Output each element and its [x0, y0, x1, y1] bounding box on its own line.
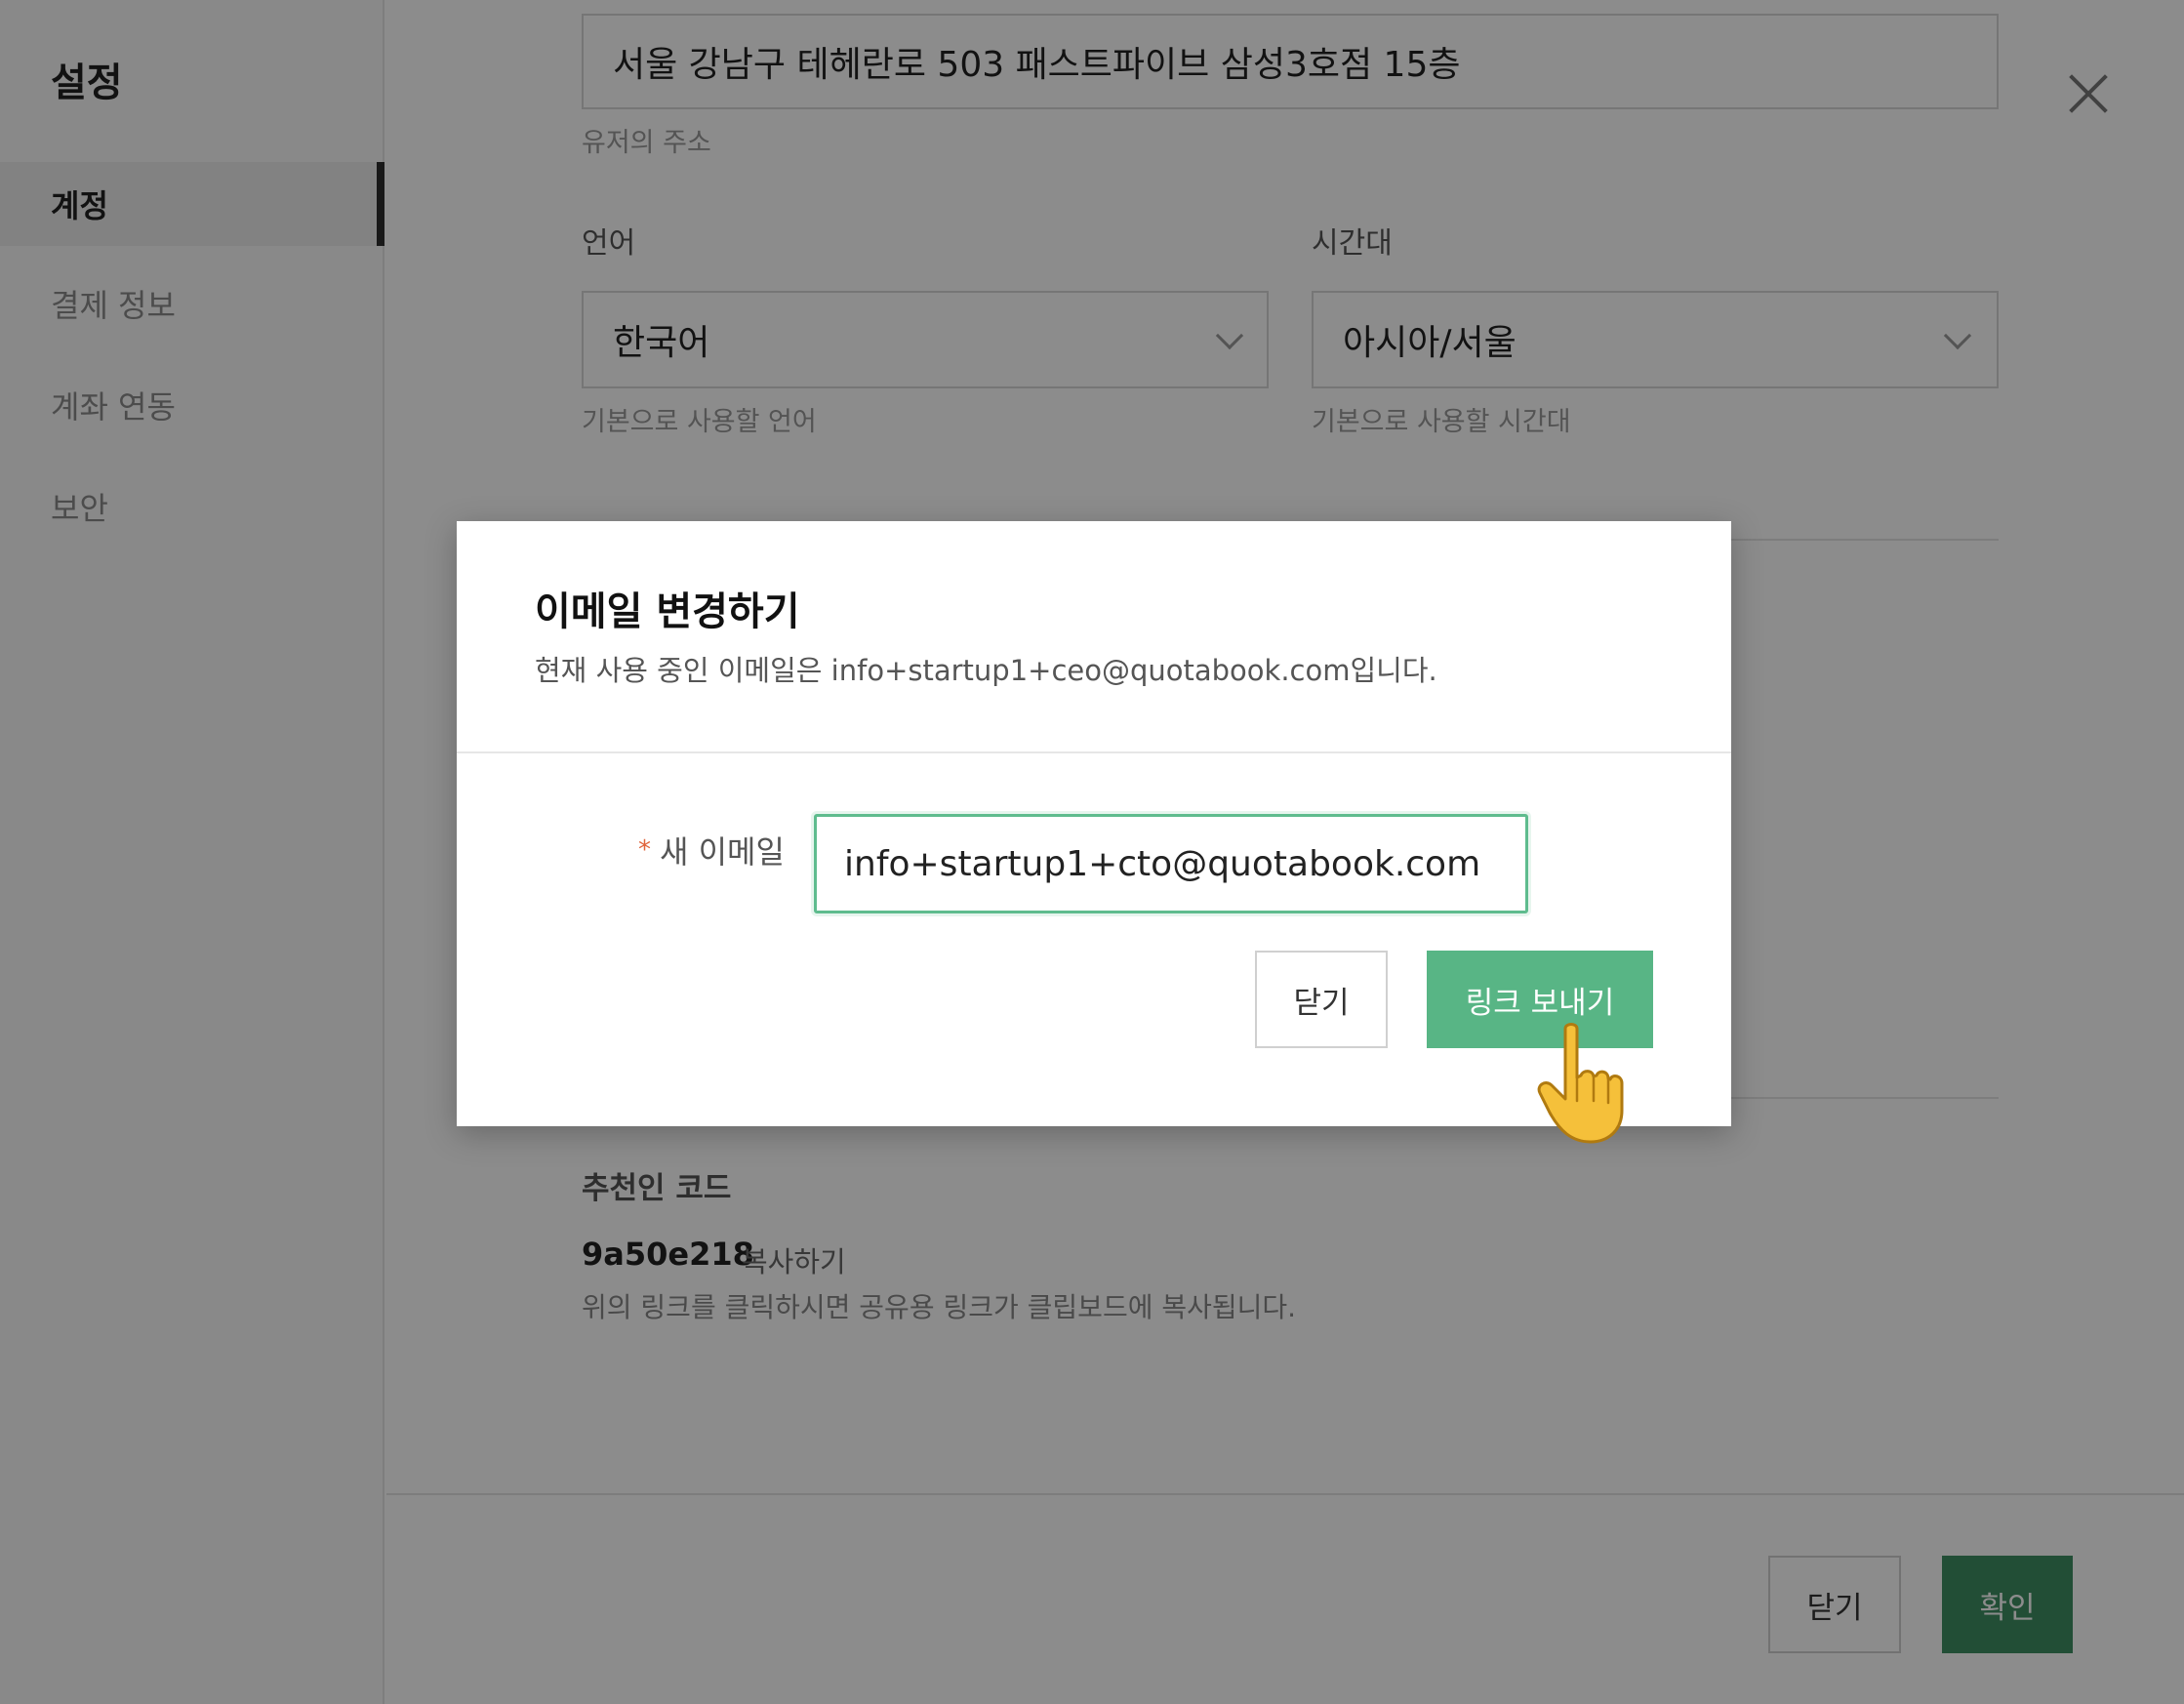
required-mark: *	[638, 835, 651, 865]
modal-description: 현재 사용 중인 이메일은 info+startup1+ceo@quotaboo…	[535, 654, 1437, 687]
pointing-hand-icon	[1537, 1023, 1624, 1144]
new-email-label: 새 이메일	[660, 833, 785, 871]
modal-title: 이메일 변경하기	[535, 589, 800, 634]
modal-header: 이메일 변경하기 현재 사용 중인 이메일은 info+startup1+ceo…	[457, 521, 1731, 753]
new-email-input[interactable]	[814, 814, 1528, 913]
modal-close-button[interactable]: 닫기	[1255, 951, 1388, 1048]
